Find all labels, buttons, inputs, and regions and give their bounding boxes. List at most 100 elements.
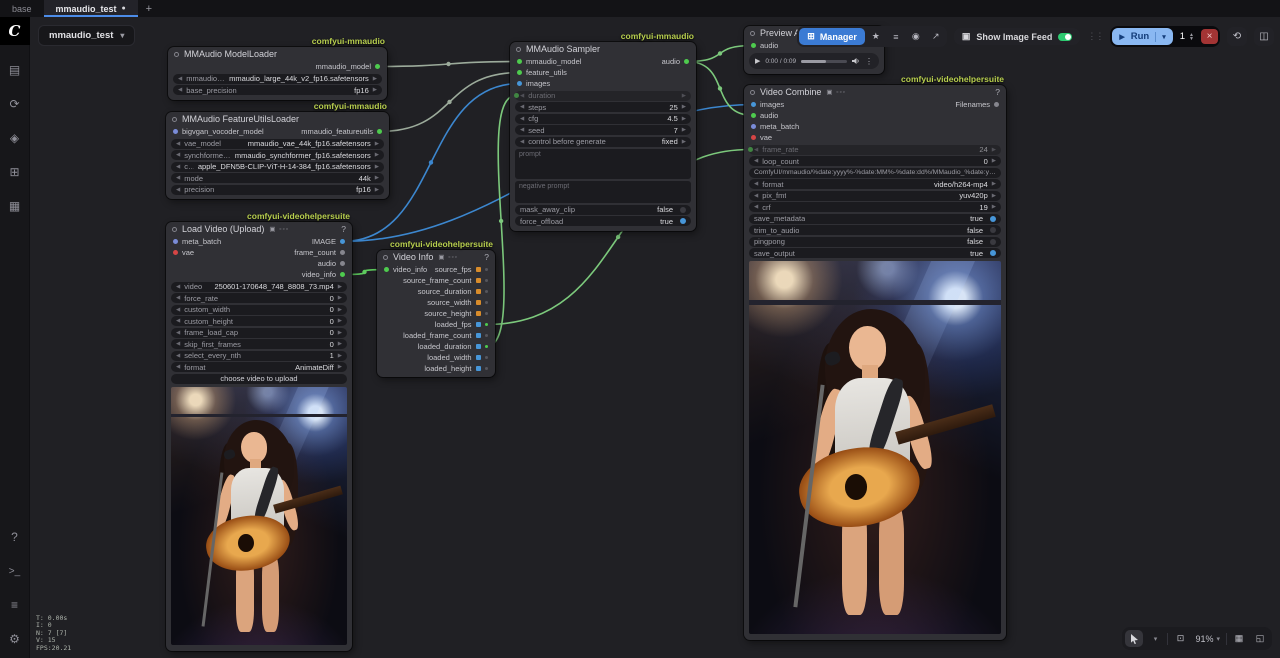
- sidebar-help-icon[interactable]: ?: [4, 526, 26, 548]
- increment-arrow-icon[interactable]: ▶: [992, 147, 996, 153]
- slot-dot-icon[interactable]: [485, 323, 489, 327]
- decrement-arrow-icon[interactable]: ◀: [176, 141, 180, 147]
- decrement-arrow-icon[interactable]: ◀: [176, 175, 180, 181]
- increment-arrow-icon[interactable]: ▶: [338, 364, 342, 370]
- slot-dot-icon[interactable]: [485, 268, 489, 272]
- toggle-state-icon[interactable]: [990, 250, 996, 256]
- decrement-arrow-icon[interactable]: ◀: [176, 341, 180, 347]
- input-slot-images[interactable]: images: [751, 100, 784, 109]
- decrement-arrow-icon[interactable]: ◀: [754, 193, 758, 199]
- output-slot-loaded_duration[interactable]: loaded_duration: [418, 342, 488, 351]
- collapse-icon[interactable]: [172, 227, 177, 232]
- widget-select_every_nth[interactable]: ◀select_every_nth1▶: [171, 351, 347, 361]
- decrement-arrow-icon[interactable]: ◀: [176, 152, 180, 158]
- volume-icon[interactable]: [852, 52, 860, 70]
- audio-seek-bar[interactable]: [801, 60, 847, 63]
- widget-trim_to_audio[interactable]: trim_to_audiofalse: [749, 225, 1001, 235]
- output-slot-source_fps[interactable]: source_fps: [435, 265, 488, 274]
- toggle-state-icon[interactable]: [990, 227, 996, 233]
- increment-arrow-icon[interactable]: ▶: [375, 187, 379, 193]
- increment-arrow-icon[interactable]: ▶: [682, 139, 686, 145]
- collapse-icon[interactable]: [750, 90, 755, 95]
- widget-duration[interactable]: ◀duration▶: [515, 91, 691, 101]
- audio-player-widget[interactable]: ▶0:00 / 0:09⋮: [749, 53, 879, 69]
- toggle-state-icon[interactable]: [990, 216, 996, 222]
- increment-arrow-icon[interactable]: ▶: [375, 141, 379, 147]
- collapse-icon[interactable]: [516, 47, 521, 52]
- widget-clip_model[interactable]: ◀clip_modelapple_DFN5B-CLIP-ViT-H-14-384…: [171, 162, 384, 172]
- node-mmaudio-featureutilsloader[interactable]: comfyui-mmaudioMMAudio FeatureUtilsLoade…: [166, 112, 389, 199]
- slot-dot-icon[interactable]: [751, 102, 756, 107]
- output-slot-audio[interactable]: audio: [318, 259, 345, 268]
- slot-dot-icon[interactable]: [384, 267, 389, 272]
- widget-synchformer_model[interactable]: ◀synchformer_modelmmaudio_synchformer_fp…: [171, 150, 384, 160]
- decrement-arrow-icon[interactable]: ◀: [520, 93, 524, 99]
- sidebar-settings-gear-icon[interactable]: ⚙: [4, 628, 26, 650]
- cancel-run-button[interactable]: ×: [1201, 29, 1218, 44]
- slot-dot-icon[interactable]: [751, 124, 756, 129]
- grid-toggle-button[interactable]: ▦: [1230, 630, 1248, 647]
- decrement-arrow-icon[interactable]: ◀: [520, 116, 524, 122]
- star-icon[interactable]: ★: [867, 29, 885, 45]
- decrement-arrow-icon[interactable]: ◀: [176, 353, 180, 359]
- increment-arrow-icon[interactable]: ▶: [375, 175, 379, 181]
- sidebar-queue-icon[interactable]: ▤: [4, 59, 26, 81]
- increment-arrow-icon[interactable]: ▶: [338, 284, 342, 290]
- increment-arrow-icon[interactable]: ▶: [375, 164, 379, 170]
- drag-handle[interactable]: ⋮⋮: [1087, 31, 1103, 42]
- output-slot-source_width[interactable]: source_width: [427, 298, 488, 307]
- play-icon[interactable]: ▶: [755, 57, 760, 65]
- help-icon[interactable]: ?: [995, 87, 1000, 97]
- slot-dot-icon[interactable]: [485, 279, 489, 283]
- widget-text[interactable]: ComfyUI/mmaudio/%date:yyyy%-%date:MM%-%d…: [749, 168, 1001, 178]
- slot-square-icon[interactable]: [476, 322, 481, 327]
- widget-precision[interactable]: ◀precisionfp16▶: [171, 185, 384, 195]
- history-button[interactable]: ⟲: [1227, 27, 1247, 46]
- sidebar-model-library-icon[interactable]: ◈: [4, 127, 26, 149]
- widget-mmaudio_model[interactable]: ◀mmaudio_modelmmaudio_large_44k_v2_fp16.…: [173, 74, 382, 84]
- slot-dot-icon[interactable]: [377, 129, 382, 134]
- output-slot-mmaudio_featureutils[interactable]: mmaudio_featureutils: [301, 127, 382, 136]
- increment-arrow-icon[interactable]: ▶: [682, 93, 686, 99]
- widget-format[interactable]: ◀formatAnimateDiff▶: [171, 362, 347, 372]
- decrement-arrow-icon[interactable]: ◀: [754, 181, 758, 187]
- decrement-arrow-icon[interactable]: ◀: [176, 284, 180, 290]
- sidebar-templates-icon[interactable]: ▦: [4, 195, 26, 217]
- decrement-arrow-icon[interactable]: ◀: [176, 318, 180, 324]
- collapse-icon[interactable]: [174, 52, 179, 57]
- share-icon[interactable]: ↗: [927, 29, 945, 45]
- increment-arrow-icon[interactable]: ▶: [373, 76, 377, 82]
- tab-base[interactable]: base: [0, 0, 44, 17]
- slot-dot-icon[interactable]: [485, 345, 489, 349]
- sidebar-node-library-icon[interactable]: ⟳: [4, 93, 26, 115]
- node-title-bar[interactable]: MMAudio FeatureUtilsLoader: [166, 112, 389, 126]
- increment-arrow-icon[interactable]: ▶: [682, 127, 686, 133]
- widget-vae_model[interactable]: ◀vae_modelmmaudio_vae_44k_fp16.safetenso…: [171, 139, 384, 149]
- panel-toggle-button[interactable]: ◫: [1254, 27, 1274, 46]
- slot-dot-icon[interactable]: [994, 102, 999, 107]
- increment-arrow-icon[interactable]: ▶: [373, 87, 377, 93]
- widget-force_rate[interactable]: ◀force_rate0▶: [171, 293, 347, 303]
- node-mmaudio-sampler[interactable]: comfyui-mmaudioMMAudio Samplermmaudio_mo…: [510, 42, 696, 231]
- widget-choose-video-to-upload[interactable]: choose video to upload: [171, 374, 347, 384]
- output-slot-loaded_width[interactable]: loaded_width: [427, 353, 488, 362]
- sidebar-terminal-icon[interactable]: >_: [4, 560, 26, 582]
- sidebar-workflows-icon[interactable]: ⊞: [4, 161, 26, 183]
- input-slot-video_info[interactable]: video_info: [384, 265, 427, 274]
- slot-dot-icon[interactable]: [485, 301, 489, 305]
- increment-arrow-icon[interactable]: ▶: [992, 193, 996, 199]
- collapse-icon[interactable]: [383, 255, 388, 260]
- sidebar-logs-icon[interactable]: ≡: [4, 594, 26, 616]
- widget-save_output[interactable]: save_outputtrue: [749, 248, 1001, 258]
- slot-dot-icon[interactable]: [485, 290, 489, 294]
- output-slot-source_frame_count[interactable]: source_frame_count: [403, 276, 488, 285]
- slot-dot-icon[interactable]: [684, 59, 689, 64]
- increment-arrow-icon[interactable]: ▶: [338, 330, 342, 336]
- widget-seed[interactable]: ◀seed7▶: [515, 125, 691, 135]
- prompt-textarea[interactable]: negative prompt: [515, 181, 691, 203]
- widget-crf[interactable]: ◀crf19▶: [749, 202, 1001, 212]
- slot-dot-icon[interactable]: [751, 113, 756, 118]
- slot-dot-icon[interactable]: [173, 239, 178, 244]
- toggle-state-icon[interactable]: [990, 239, 996, 245]
- slot-dot-icon[interactable]: [751, 135, 756, 140]
